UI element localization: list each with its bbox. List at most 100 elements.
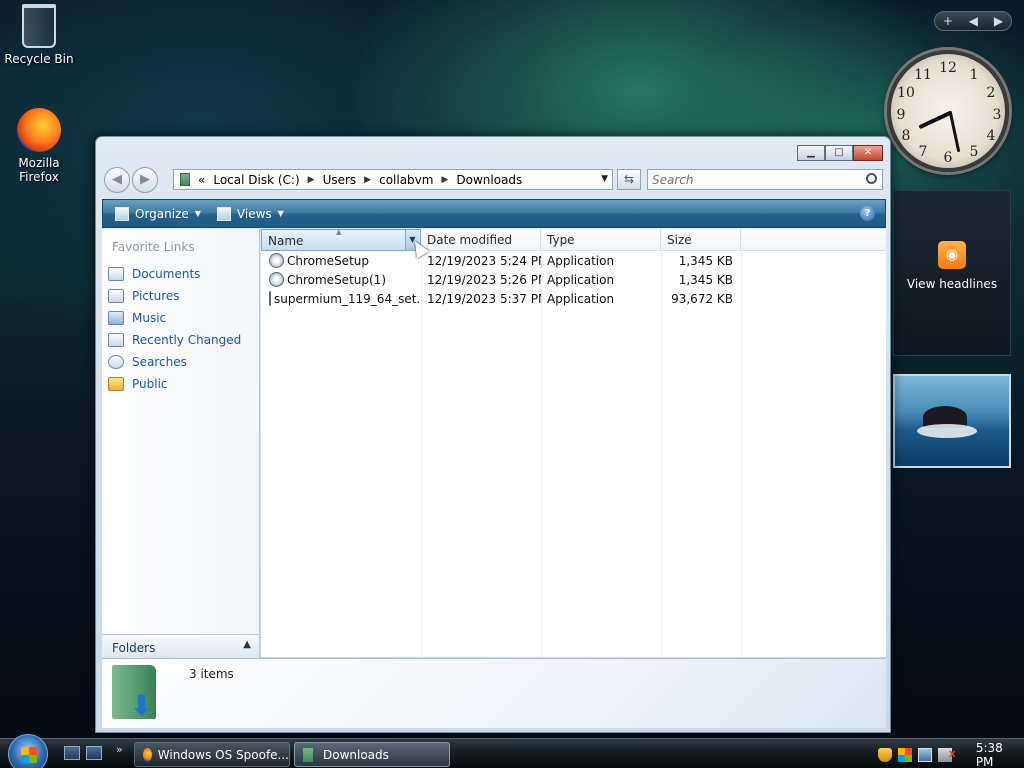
recycle-bin-label: Recycle Bin (4, 52, 74, 66)
favorite-link-public[interactable]: Public (102, 373, 259, 395)
taskbar-button-label: Downloads (323, 747, 389, 762)
table-row[interactable]: ChromeSetup(1) 12/19/2023 5:26 PM Applic… (261, 270, 886, 289)
quick-launch-more-icon[interactable]: » (116, 743, 123, 756)
chevron-down-icon: ▼ (277, 209, 284, 218)
file-date: 12/19/2023 5:37 PM (427, 291, 541, 306)
clock-numeral: 8 (901, 128, 911, 144)
desktop-icon-recycle-bin[interactable]: Recycle Bin (1, 4, 77, 66)
security-shield-icon[interactable] (878, 747, 892, 762)
folders-label: Folders (112, 641, 156, 655)
address-bar[interactable]: « Local Disk (C:) ▶ Users ▶ collabvm ▶ D… (173, 169, 613, 190)
breadcrumb-local-disk[interactable]: Local Disk (C:) (213, 173, 299, 187)
application-icon (269, 253, 284, 268)
file-name: supermium_119_64_set... (274, 291, 421, 306)
download-arrow-icon: ⬇ (130, 689, 154, 722)
installer-icon (269, 291, 271, 306)
search-icon[interactable] (866, 173, 877, 184)
breadcrumb-users[interactable]: Users (323, 173, 357, 187)
column-label: Type (547, 233, 575, 247)
column-headers: ▲ Name ▼ Date modified Type Size (261, 228, 886, 251)
minimize-button[interactable]: ▁ (797, 145, 825, 161)
column-label: Date modified (427, 233, 513, 247)
pictures-icon (108, 289, 124, 303)
column-divider (541, 251, 542, 657)
file-list: ▲ Name ▼ Date modified Type Size ChromeS… (261, 228, 886, 657)
favorite-link-label: Public (132, 377, 168, 391)
search-input[interactable] (652, 170, 857, 189)
music-icon (108, 311, 124, 325)
item-count: 3 items (189, 667, 234, 681)
favorite-link-label: Recently Changed (132, 333, 242, 347)
windows-flag-icon[interactable] (897, 747, 912, 762)
desktop-icon-firefox[interactable]: Mozilla Firefox (1, 108, 77, 184)
command-bar: Organize ▼ Views ▼ ? (102, 199, 886, 228)
address-overflow[interactable]: « (198, 173, 205, 187)
column-header-date-modified[interactable]: Date modified (421, 229, 541, 251)
breadcrumb-separator-icon[interactable]: ▶ (364, 175, 371, 185)
breadcrumb-separator-icon[interactable]: ▶ (308, 175, 315, 185)
rss-icon: ◉ (938, 241, 966, 269)
folder-icon (303, 747, 313, 762)
favorite-link-recently-changed[interactable]: Recently Changed (102, 329, 259, 351)
taskbar-button-downloads[interactable]: Downloads (294, 742, 450, 767)
maximize-button[interactable]: □ (825, 145, 853, 161)
column-header-name[interactable]: ▲ Name ▼ (261, 228, 421, 251)
clock-time[interactable]: 5:38 PM (976, 741, 1024, 768)
add-gadget-button[interactable]: + (943, 14, 953, 28)
column-divider (741, 251, 742, 657)
clock-numeral: 1 (969, 67, 979, 83)
firefox-label: Mozilla Firefox (18, 156, 60, 184)
folders-toggle[interactable]: Folders ▲ (102, 634, 260, 658)
recycle-bin-icon (22, 4, 56, 48)
help-icon[interactable]: ? (860, 206, 875, 221)
sidebar-controls: + ◀ ▶ (934, 11, 1012, 31)
back-button[interactable]: ◀ (104, 167, 130, 193)
column-header-empty (741, 229, 886, 251)
chevron-down-icon: ▼ (194, 209, 201, 218)
chevron-up-icon[interactable]: ▲ (243, 639, 251, 650)
column-header-size[interactable]: Size (661, 229, 741, 251)
table-row[interactable]: ChromeSetup 12/19/2023 5:24 PM Applicati… (261, 251, 886, 270)
column-label: Size (667, 233, 692, 247)
file-type: Application (547, 272, 615, 287)
close-button[interactable]: ✕ (853, 145, 883, 161)
forward-button[interactable]: ▶ (132, 167, 158, 193)
organize-button[interactable]: Organize ▼ (111, 206, 205, 221)
address-dropdown-icon[interactable]: ▼ (601, 174, 608, 184)
clock-gadget[interactable]: 12 1 2 3 4 5 6 7 8 9 10 11 (887, 50, 1009, 172)
views-label: Views (236, 206, 272, 221)
breadcrumb-collabvm[interactable]: collabvm (379, 173, 433, 187)
start-button[interactable] (8, 734, 48, 768)
favorite-links-title: Favorite Links (112, 240, 195, 254)
views-icon (216, 206, 231, 221)
favorite-link-searches[interactable]: Searches (102, 351, 259, 373)
clock-numeral: 12 (939, 60, 957, 76)
favorite-link-pictures[interactable]: Pictures (102, 285, 259, 307)
documents-icon (108, 267, 124, 281)
views-button[interactable]: Views ▼ (213, 206, 288, 221)
search-box[interactable] (647, 169, 883, 190)
refresh-button[interactable]: ⇆ (617, 169, 641, 190)
file-name: ChromeSetup(1) (287, 272, 386, 287)
favorite-link-music[interactable]: Music (102, 307, 259, 329)
slideshow-gadget[interactable] (893, 374, 1011, 468)
recently-changed-icon (108, 333, 124, 347)
column-divider (421, 251, 422, 657)
volume-muted-icon[interactable] (937, 747, 956, 762)
taskbar-button-firefox[interactable]: Windows OS Spoofe... (134, 742, 290, 767)
switch-windows-icon[interactable] (86, 746, 102, 760)
taskbar-button-label: Windows OS Spoofe... (157, 747, 289, 762)
breadcrumb-separator-icon[interactable]: ▶ (441, 175, 448, 185)
show-desktop-icon[interactable] (64, 746, 80, 760)
breadcrumb-downloads[interactable]: Downloads (456, 173, 522, 187)
prev-gadget-button[interactable]: ◀ (969, 14, 978, 28)
next-gadget-button[interactable]: ▶ (994, 14, 1003, 28)
network-icon[interactable] (917, 747, 932, 762)
organize-label: Organize (135, 206, 189, 221)
clock-numeral: 7 (918, 144, 928, 160)
favorite-link-label: Documents (132, 267, 201, 281)
favorite-link-documents[interactable]: Documents (102, 263, 259, 285)
news-gadget[interactable]: ◉ View headlines (893, 190, 1011, 356)
table-row[interactable]: supermium_119_64_set... 12/19/2023 5:37 … (261, 289, 886, 308)
column-header-type[interactable]: Type (541, 229, 661, 251)
